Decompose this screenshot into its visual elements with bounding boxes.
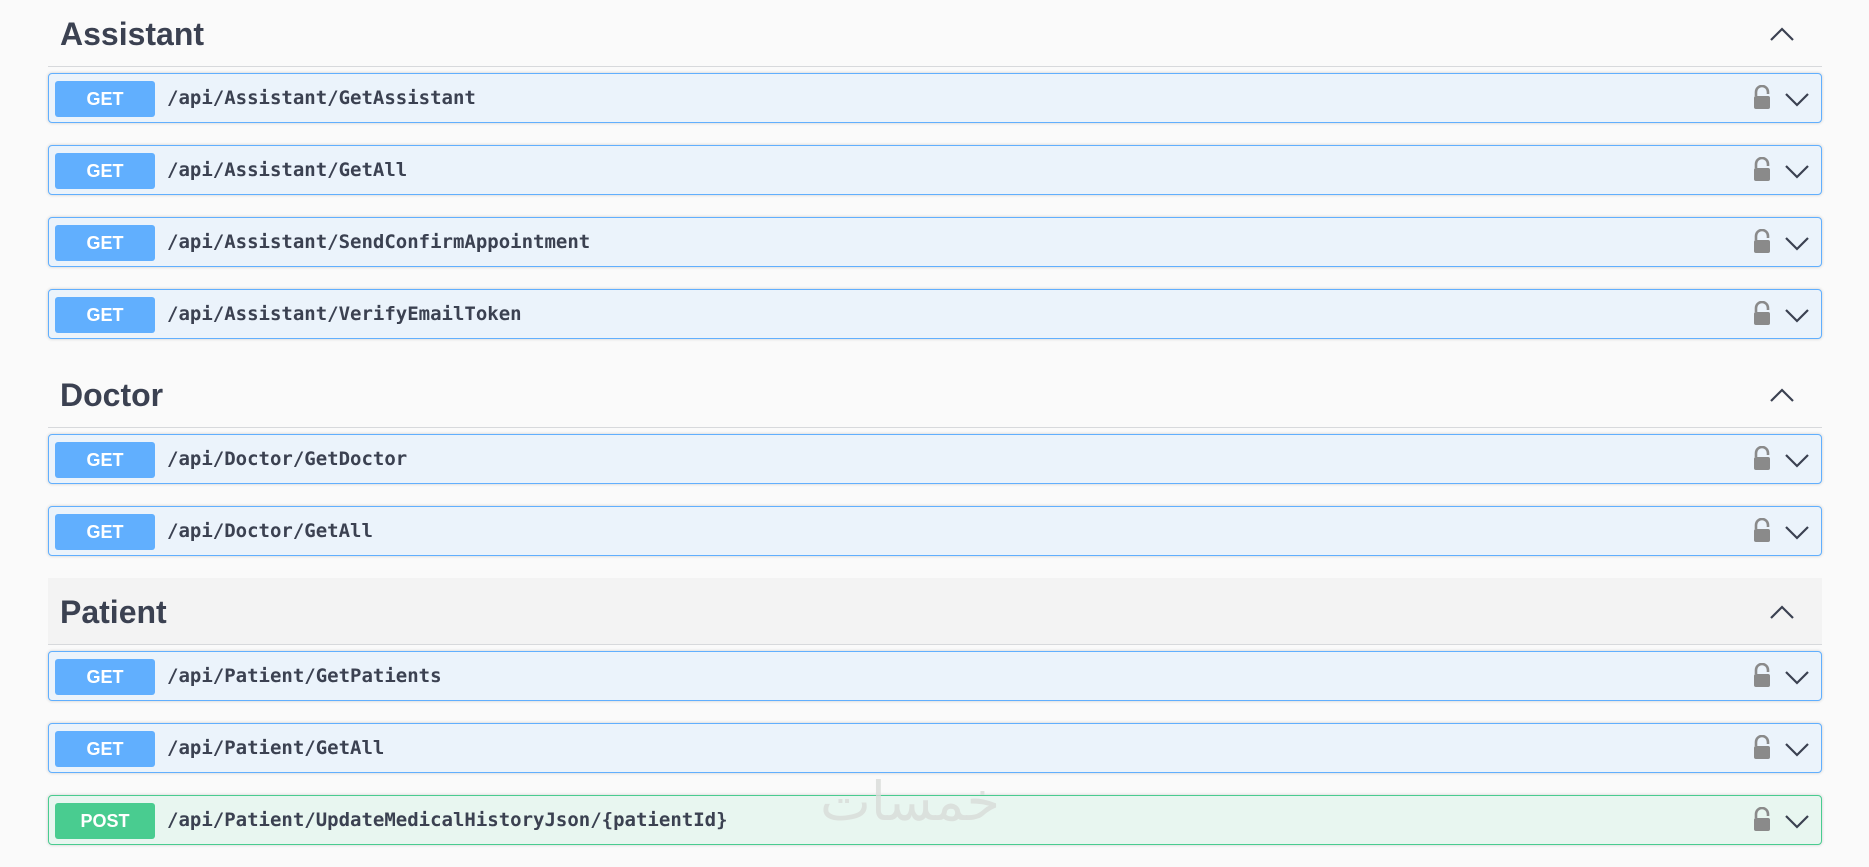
operation-row[interactable]: GET /api/Assistant/GetAssistant [48, 73, 1822, 123]
method-badge: GET [55, 297, 155, 333]
chevron-down-icon[interactable] [1783, 305, 1811, 325]
lock-icon[interactable] [1751, 229, 1773, 255]
chevron-down-icon[interactable] [1783, 233, 1811, 253]
method-badge: GET [55, 442, 155, 478]
chevron-down-icon[interactable] [1783, 450, 1811, 470]
chevron-down-icon[interactable] [1783, 739, 1811, 759]
operation-row[interactable]: GET /api/Patient/GetPatients [48, 651, 1822, 701]
operation-path: /api/Assistant/GetAssistant [167, 87, 476, 109]
section-assistant: Assistant GET /api/Assistant/GetAssistan… [48, 0, 1822, 339]
method-badge: GET [55, 225, 155, 261]
chevron-down-icon[interactable] [1783, 811, 1811, 831]
chevron-up-icon[interactable] [1768, 602, 1796, 622]
watermark: خمسات [820, 770, 1001, 833]
method-badge: GET [55, 514, 155, 550]
operation-path: /api/Doctor/GetAll [167, 520, 373, 542]
section-header-patient[interactable]: Patient [48, 578, 1822, 645]
section-title: Patient [60, 594, 167, 630]
operation-path: /api/Patient/UpdateMedicalHistoryJson/{p… [167, 809, 728, 831]
operation-row[interactable]: GET /api/Assistant/SendConfirmAppointmen… [48, 217, 1822, 267]
section-header-doctor[interactable]: Doctor [48, 361, 1822, 428]
method-badge: POST [55, 803, 155, 839]
chevron-up-icon[interactable] [1768, 385, 1796, 405]
operation-path: /api/Assistant/SendConfirmAppointment [167, 231, 591, 253]
chevron-down-icon[interactable] [1783, 667, 1811, 687]
method-badge: GET [55, 81, 155, 117]
chevron-down-icon[interactable] [1783, 522, 1811, 542]
section-title: Assistant [60, 16, 205, 52]
operation-path: /api/Assistant/VerifyEmailToken [167, 303, 522, 325]
lock-icon[interactable] [1751, 85, 1773, 111]
operation-row[interactable]: GET /api/Patient/GetAll [48, 723, 1822, 773]
method-badge: GET [55, 153, 155, 189]
api-docs: Assistant GET /api/Assistant/GetAssistan… [48, 0, 1822, 867]
operation-row[interactable]: GET /api/Assistant/VerifyEmailToken [48, 289, 1822, 339]
operation-row[interactable]: GET /api/Assistant/GetAll [48, 145, 1822, 195]
chevron-down-icon[interactable] [1783, 161, 1811, 181]
method-badge: GET [55, 731, 155, 767]
lock-icon[interactable] [1751, 518, 1773, 544]
lock-icon[interactable] [1751, 301, 1773, 327]
lock-icon[interactable] [1751, 663, 1773, 689]
operation-path: /api/Patient/GetAll [167, 737, 385, 759]
operation-path: /api/Doctor/GetDoctor [167, 448, 408, 470]
operation-row[interactable]: GET /api/Doctor/GetDoctor [48, 434, 1822, 484]
operation-row[interactable]: GET /api/Doctor/GetAll [48, 506, 1822, 556]
lock-icon[interactable] [1751, 157, 1773, 183]
lock-icon[interactable] [1751, 446, 1773, 472]
section-title: Doctor [60, 377, 164, 413]
method-badge: GET [55, 659, 155, 695]
chevron-down-icon[interactable] [1783, 89, 1811, 109]
section-doctor: Doctor GET /api/Doctor/GetDoctor GET /ap… [48, 361, 1822, 556]
section-header-assistant[interactable]: Assistant [48, 0, 1822, 67]
chevron-up-icon[interactable] [1768, 24, 1796, 44]
operation-path: /api/Assistant/GetAll [167, 159, 408, 181]
operation-path: /api/Patient/GetPatients [167, 665, 442, 687]
lock-icon[interactable] [1751, 807, 1773, 833]
lock-icon[interactable] [1751, 735, 1773, 761]
